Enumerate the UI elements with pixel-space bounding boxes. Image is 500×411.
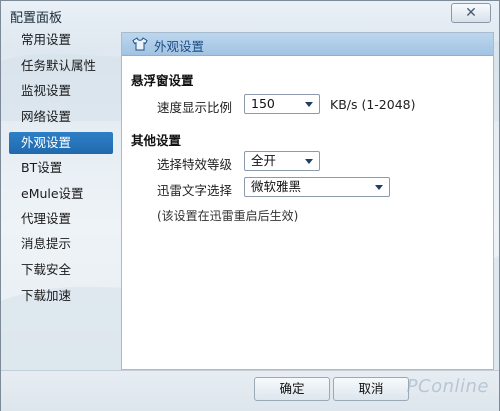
config-panel-window: 配置面板 ✕ 常用设置 任务默认属性 监视设置 网络设置 外观设置 BT设置 e…: [0, 0, 500, 411]
speed-scale-unit: KB/s (1-2048): [330, 97, 416, 112]
close-button[interactable]: ✕: [451, 3, 491, 23]
chevron-down-icon: [375, 185, 383, 190]
sidebar-item-download-security[interactable]: 下载安全: [9, 259, 113, 281]
sidebar-item-download-acceleration[interactable]: 下载加速: [9, 285, 113, 307]
float-window-group-title: 悬浮窗设置: [131, 73, 194, 88]
speed-scale-label: 速度显示比例: [157, 100, 233, 115]
close-icon: ✕: [465, 5, 477, 21]
shirt-icon: [132, 37, 148, 51]
section-header: 外观设置: [122, 33, 493, 56]
sidebar-item-monitor[interactable]: 监视设置: [9, 80, 113, 102]
effect-level-select[interactable]: 全开: [244, 151, 320, 171]
sidebar-item-emule[interactable]: eMule设置: [9, 183, 113, 205]
sidebar-item-bt[interactable]: BT设置: [9, 157, 113, 179]
other-settings-group-title: 其他设置: [131, 133, 182, 148]
restart-note: (该设置在迅雷重启后生效): [157, 209, 299, 223]
sidebar-item-common[interactable]: 常用设置: [9, 29, 113, 51]
chevron-down-icon: [305, 102, 313, 107]
cancel-button[interactable]: 取消: [333, 377, 409, 401]
effect-level-label: 选择特效等级: [157, 157, 233, 172]
sidebar-item-proxy[interactable]: 代理设置: [9, 208, 113, 230]
settings-sidebar: 常用设置 任务默认属性 监视设置 网络设置 外观设置 BT设置 eMule设置 …: [7, 29, 117, 369]
title-bar: 配置面板 ✕: [1, 1, 499, 29]
ok-button[interactable]: 确定: [254, 377, 330, 401]
section-title: 外观设置: [154, 39, 205, 54]
dialog-footer: 确定 取消 PConline: [1, 370, 499, 411]
watermark: PConline: [406, 376, 489, 397]
sidebar-item-notifications[interactable]: 消息提示: [9, 233, 113, 255]
font-choice-select[interactable]: 微软雅黑: [244, 177, 390, 197]
sidebar-item-network[interactable]: 网络设置: [9, 106, 113, 128]
effect-level-value: 全开: [251, 153, 277, 168]
font-choice-label: 迅雷文字选择: [157, 183, 233, 198]
speed-scale-value: 150: [251, 96, 275, 111]
settings-content-panel: 外观设置 悬浮窗设置 速度显示比例 150 KB/s (1-2048) 其他设置…: [121, 32, 494, 370]
window-title: 配置面板: [10, 11, 63, 26]
font-choice-value: 微软雅黑: [251, 179, 302, 194]
speed-scale-select[interactable]: 150: [244, 94, 320, 114]
sidebar-item-task-defaults[interactable]: 任务默认属性: [9, 55, 113, 77]
chevron-down-icon: [305, 159, 313, 164]
sidebar-item-appearance[interactable]: 外观设置: [9, 132, 113, 154]
